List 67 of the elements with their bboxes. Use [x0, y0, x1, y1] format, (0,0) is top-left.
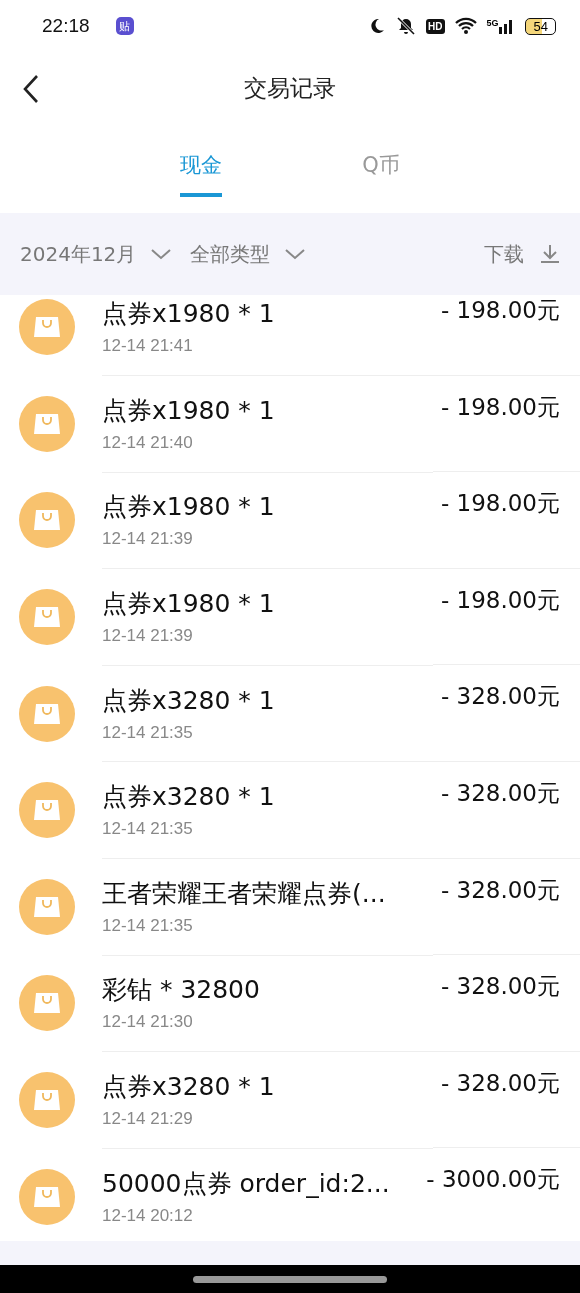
transaction-name: 点券x3280 * 1: [102, 781, 276, 814]
transaction-amount: - 198.00元: [432, 295, 580, 376]
transaction-row[interactable]: 点券x1980 * 1 12-14 21:39 - 198.00元: [0, 472, 580, 569]
transaction-amount: - 328.00元: [432, 858, 580, 956]
transaction-name: 50000点券 order_id:2...: [102, 1168, 391, 1201]
transaction-row[interactable]: 50000点券 order_id:2... 12-14 20:12 - 3000.00元: [0, 1148, 580, 1241]
hd-indicator: HD: [426, 18, 445, 34]
status-time: 22:18: [42, 15, 90, 37]
transaction-row[interactable]: 点券x3280 * 1 12-14 21:35 - 328.00元: [0, 665, 580, 762]
transaction-row[interactable]: 王者荣耀王者荣耀点券(... 12-14 21:35 - 328.00元: [0, 858, 580, 956]
app-notification-icon: 贴: [115, 17, 134, 35]
transaction-amount: - 198.00元: [432, 472, 580, 569]
transaction-amount: - 328.00元: [432, 761, 580, 859]
shopping-bag-icon: [19, 1072, 75, 1129]
download-button[interactable]: 下载: [484, 240, 562, 268]
transaction-amount: - 3000.00元: [425, 1165, 561, 1195]
transaction-row[interactable]: 点券x1980 * 1 12-14 21:39 - 198.00元: [0, 568, 580, 666]
type-dropdown[interactable]: 全部类型: [190, 240, 307, 268]
transaction-time: 12-14 21:35: [102, 915, 194, 936]
download-icon: [538, 242, 562, 266]
transaction-name: 点券x3280 * 1: [102, 1071, 276, 1104]
transaction-time: 12-14 21:41: [102, 336, 194, 357]
transaction-row[interactable]: 点券x3280 * 1 12-14 21:35 - 328.00元: [0, 761, 580, 859]
shopping-bag-icon: [19, 589, 75, 646]
transaction-name: 点券x3280 * 1: [102, 684, 276, 717]
transaction-time: 12-14 21:29: [102, 1109, 194, 1130]
battery-indicator: 54: [524, 17, 556, 35]
bell-off-icon: [396, 16, 417, 36]
signal-icon: [498, 18, 515, 34]
shopping-bag-icon: [19, 975, 75, 1032]
shopping-bag-icon: [19, 492, 75, 549]
chevron-down-icon: [284, 247, 307, 261]
transaction-amount: - 198.00元: [432, 568, 580, 666]
shopping-bag-icon: [19, 1168, 75, 1225]
home-indicator[interactable]: [193, 1275, 387, 1283]
transaction-time: 12-14 21:39: [102, 529, 194, 550]
transaction-amount: - 198.00元: [432, 375, 580, 473]
shopping-bag-icon: [19, 782, 75, 839]
transaction-time: 12-14 20:12: [102, 1206, 194, 1227]
transaction-row[interactable]: 点券x1980 * 1 12-14 21:40 - 198.00元: [0, 375, 580, 473]
transaction-name: 点券x1980 * 1: [102, 588, 276, 621]
transaction-row[interactable]: 彩钻 * 32800 12-14 21:30 - 328.00元: [0, 955, 580, 1052]
wifi-icon: [454, 17, 477, 35]
transaction-name: 点券x1980 * 1: [102, 298, 276, 331]
transaction-amount: - 328.00元: [432, 1051, 580, 1149]
shopping-bag-icon: [19, 395, 75, 452]
page-title: 交易记录: [244, 74, 336, 103]
shopping-bag-icon: [19, 685, 75, 742]
transaction-name: 王者荣耀王者荣耀点券(...: [102, 877, 387, 910]
month-dropdown[interactable]: 2024年12月: [20, 240, 173, 268]
transaction-time: 12-14 21:40: [102, 432, 194, 453]
back-icon[interactable]: [22, 74, 40, 104]
transaction-amount: - 328.00元: [432, 955, 580, 1052]
transaction-time: 12-14 21:35: [102, 722, 194, 743]
transaction-time: 12-14 21:39: [102, 626, 194, 647]
transaction-row[interactable]: 点券x1980 * 1 12-14 21:41 - 198.00元: [0, 295, 580, 376]
shopping-bag-icon: [19, 878, 75, 935]
transaction-row[interactable]: 点券x3280 * 1 12-14 21:29 - 328.00元: [0, 1051, 580, 1149]
transaction-name: 点券x1980 * 1: [102, 491, 276, 524]
transaction-amount: - 328.00元: [432, 665, 580, 762]
chevron-down-icon: [150, 247, 173, 261]
transaction-time: 12-14 21:35: [102, 819, 194, 840]
shopping-bag-icon: [19, 299, 75, 356]
transaction-name: 彩钻 * 32800: [102, 974, 261, 1007]
transaction-name: 点券x1980 * 1: [102, 394, 276, 427]
transaction-time: 12-14 21:30: [102, 1012, 194, 1033]
network-label: 5G: [486, 18, 499, 28]
